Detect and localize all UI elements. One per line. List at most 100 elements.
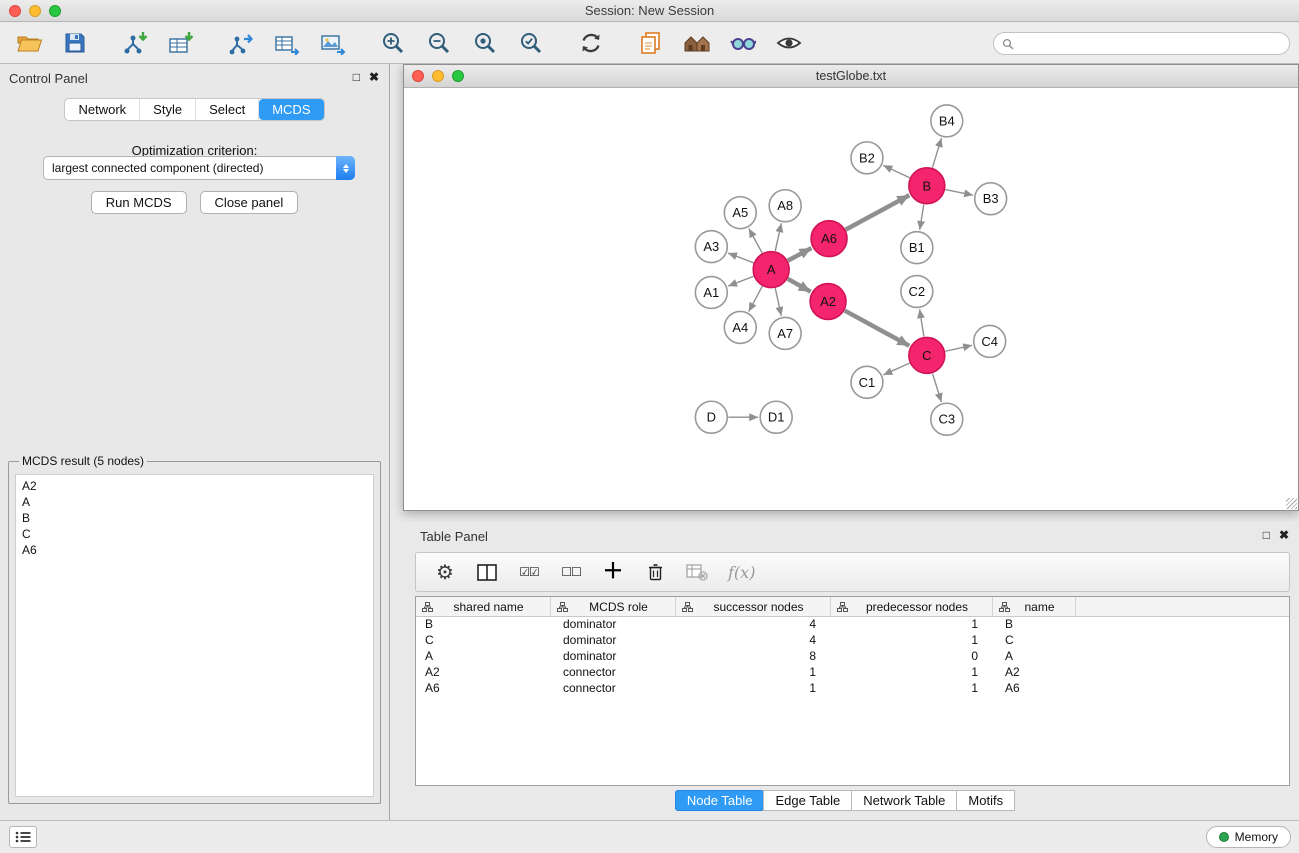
show-hide-button[interactable] bbox=[772, 27, 806, 59]
resize-handle[interactable] bbox=[1286, 498, 1297, 509]
tab-network-table[interactable]: Network Table bbox=[851, 790, 957, 811]
zoom-selected-button[interactable] bbox=[514, 27, 548, 59]
refresh-button[interactable] bbox=[574, 27, 608, 59]
table-row[interactable]: Cdominator41C bbox=[416, 633, 1289, 649]
table-cell[interactable]: 1 bbox=[831, 665, 993, 681]
graph-node-A4[interactable]: A4 bbox=[724, 311, 756, 343]
search-input[interactable] bbox=[1019, 37, 1281, 51]
mcds-result-item[interactable]: A bbox=[22, 494, 367, 510]
graph-node-A5[interactable]: A5 bbox=[724, 197, 756, 229]
select-all-columns-button[interactable]: ☑☑ bbox=[518, 565, 540, 579]
graph-node-C4[interactable]: C4 bbox=[974, 325, 1006, 357]
task-history-button[interactable] bbox=[9, 826, 37, 848]
close-panel-button[interactable]: Close panel bbox=[200, 191, 299, 214]
zoom-out-button[interactable] bbox=[422, 27, 456, 59]
graph-edge[interactable] bbox=[945, 190, 973, 196]
optimization-criterion-select[interactable]: largest connected component (directed) bbox=[43, 156, 355, 180]
mcds-result-list[interactable]: A2ABCA6 bbox=[15, 474, 374, 797]
vizmapper-button[interactable] bbox=[726, 27, 760, 59]
zoom-fit-button[interactable] bbox=[468, 27, 502, 59]
table-cell[interactable]: 1 bbox=[831, 633, 993, 649]
table-cell[interactable]: connector bbox=[551, 665, 676, 681]
show-columns-button[interactable] bbox=[476, 564, 498, 581]
graph-edge[interactable] bbox=[932, 138, 941, 168]
table-cell[interactable]: dominator bbox=[551, 649, 676, 665]
table-row[interactable]: Bdominator41B bbox=[416, 617, 1289, 633]
table-cell[interactable]: B bbox=[993, 617, 1076, 633]
graph-edge[interactable] bbox=[945, 345, 972, 351]
graph-edge[interactable] bbox=[775, 223, 781, 251]
table-cell[interactable]: 0 bbox=[831, 649, 993, 665]
graph-node-C3[interactable]: C3 bbox=[931, 403, 963, 435]
table-cell[interactable]: dominator bbox=[551, 617, 676, 633]
graph-node-A3[interactable]: A3 bbox=[695, 231, 727, 263]
graph-edge[interactable] bbox=[775, 288, 781, 316]
graph-node-A1[interactable]: A1 bbox=[695, 277, 727, 309]
tab-style[interactable]: Style bbox=[140, 99, 196, 120]
table-cell[interactable]: B bbox=[416, 617, 551, 633]
table-cell[interactable]: A6 bbox=[993, 681, 1076, 697]
graph-node-D1[interactable]: D1 bbox=[760, 401, 792, 433]
table-row[interactable]: A2connector11A2 bbox=[416, 665, 1289, 681]
table-cell[interactable]: 8 bbox=[676, 649, 831, 665]
table-row[interactable]: A6connector11A6 bbox=[416, 681, 1289, 697]
graph-node-A[interactable]: A bbox=[753, 252, 789, 288]
table-cell[interactable]: C bbox=[416, 633, 551, 649]
tab-network[interactable]: Network bbox=[65, 99, 140, 120]
tab-edge-table[interactable]: Edge Table bbox=[763, 790, 852, 811]
graph-node-B2[interactable]: B2 bbox=[851, 142, 883, 174]
table-cell[interactable]: 1 bbox=[676, 665, 831, 681]
export-network-button[interactable] bbox=[224, 27, 258, 59]
mcds-result-item[interactable]: A6 bbox=[22, 542, 367, 558]
memory-button[interactable]: Memory bbox=[1206, 826, 1291, 848]
column-header[interactable]: successor nodes bbox=[676, 597, 831, 616]
mcds-result-item[interactable]: C bbox=[22, 526, 367, 542]
mcds-result-item[interactable]: A2 bbox=[22, 478, 367, 494]
graph-edge[interactable] bbox=[749, 228, 762, 252]
column-header[interactable]: name bbox=[993, 597, 1076, 616]
graph-edge[interactable] bbox=[920, 309, 924, 336]
import-table-button[interactable] bbox=[164, 27, 198, 59]
graph-edge[interactable] bbox=[728, 276, 753, 286]
table-settings-button[interactable]: ⚙ bbox=[434, 560, 456, 585]
table-cell[interactable]: A bbox=[993, 649, 1076, 665]
function-builder-button[interactable]: f(x) bbox=[728, 563, 755, 582]
table-cell[interactable]: A6 bbox=[416, 681, 551, 697]
float-panel-icon[interactable]: □ bbox=[353, 70, 360, 84]
graph-node-B3[interactable]: B3 bbox=[975, 183, 1007, 215]
graph-edge[interactable] bbox=[846, 195, 910, 229]
graph-node-B4[interactable]: B4 bbox=[931, 105, 963, 137]
pages-button[interactable] bbox=[634, 27, 668, 59]
network-canvas[interactable]: B4B2BB3A5A8A6B1A3AC2A1A2A4A7C4CC1DD1C3 bbox=[404, 89, 1298, 510]
delete-table-button[interactable] bbox=[686, 564, 708, 581]
table-cell[interactable]: 1 bbox=[676, 681, 831, 697]
graph-edge[interactable] bbox=[883, 363, 909, 375]
export-image-button[interactable] bbox=[316, 27, 350, 59]
run-mcds-button[interactable]: Run MCDS bbox=[91, 191, 187, 214]
graph-node-A6[interactable]: A6 bbox=[811, 221, 847, 257]
export-table-button[interactable] bbox=[270, 27, 304, 59]
table-cell[interactable]: A2 bbox=[993, 665, 1076, 681]
graph-edge[interactable] bbox=[845, 311, 910, 346]
graph-node-A2[interactable]: A2 bbox=[810, 284, 846, 320]
tab-motifs[interactable]: Motifs bbox=[956, 790, 1015, 811]
mcds-result-item[interactable]: B bbox=[22, 510, 367, 526]
graph-node-A7[interactable]: A7 bbox=[769, 317, 801, 349]
network-graph[interactable]: B4B2BB3A5A8A6B1A3AC2A1A2A4A7C4CC1DD1C3 bbox=[404, 89, 1298, 510]
deselect-all-columns-button[interactable]: ☐☐ bbox=[560, 565, 582, 579]
graph-edge[interactable] bbox=[883, 165, 909, 177]
graph-node-C[interactable]: C bbox=[909, 337, 945, 373]
tab-mcds[interactable]: MCDS bbox=[259, 99, 323, 120]
graph-edge[interactable] bbox=[749, 286, 763, 311]
save-session-button[interactable] bbox=[58, 27, 92, 59]
column-header[interactable]: predecessor nodes bbox=[831, 597, 993, 616]
graph-node-C2[interactable]: C2 bbox=[901, 276, 933, 308]
graph-node-B1[interactable]: B1 bbox=[901, 232, 933, 264]
graph-node-B[interactable]: B bbox=[909, 168, 945, 204]
graph-edge[interactable] bbox=[788, 279, 811, 292]
table-cell[interactable]: 1 bbox=[831, 617, 993, 633]
delete-column-button[interactable] bbox=[644, 563, 666, 581]
graph-node-A8[interactable]: A8 bbox=[769, 190, 801, 222]
tab-node-table[interactable]: Node Table bbox=[675, 790, 765, 811]
graph-edge[interactable] bbox=[728, 253, 753, 263]
